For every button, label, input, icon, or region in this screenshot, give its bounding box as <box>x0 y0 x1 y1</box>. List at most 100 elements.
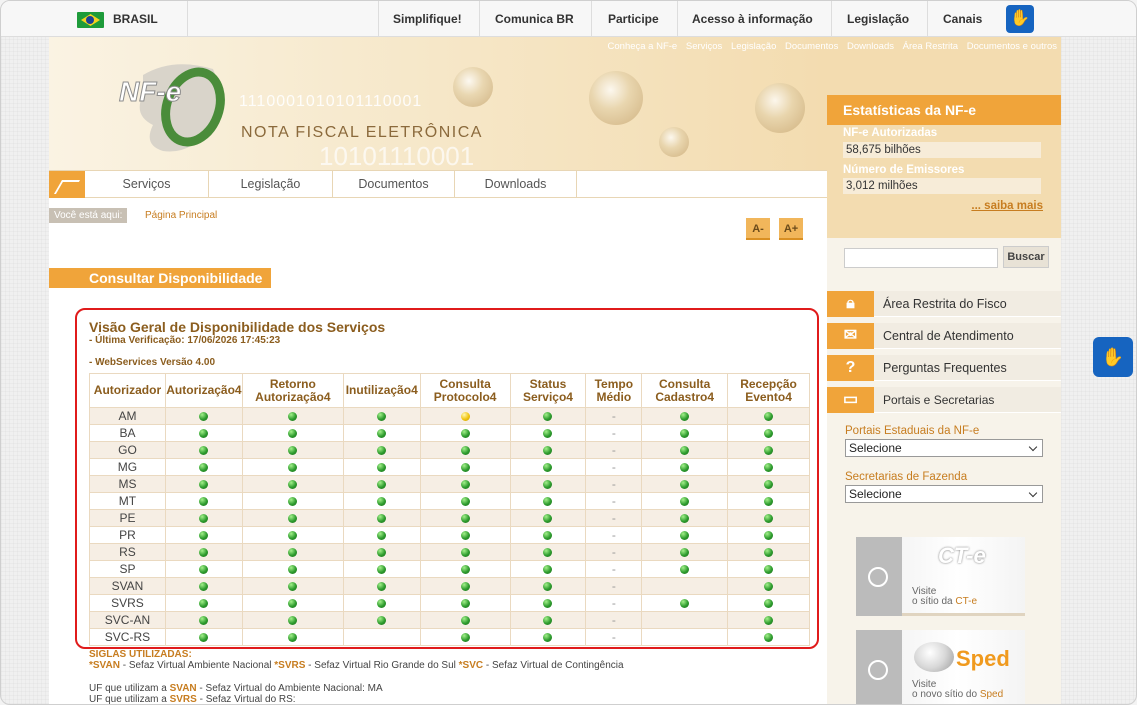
status-green-icon <box>460 514 470 524</box>
status-green-icon <box>377 446 387 456</box>
gov-link-simplifique[interactable]: Simplifique! <box>393 12 462 26</box>
status-green-icon <box>199 446 209 456</box>
col-recepcao-evento: Recepção Evento4 <box>727 373 810 408</box>
menu-perguntas-frequentes[interactable]: ? Perguntas Frequentes <box>827 355 1061 381</box>
authorized-label: NF-e Autorizadas <box>843 127 938 139</box>
toplink-downloads[interactable]: Downloads <box>847 41 894 52</box>
status-green-icon <box>543 412 553 422</box>
search-button[interactable]: Buscar <box>1003 246 1049 268</box>
tempo-medio-value: - <box>611 630 616 644</box>
gov-link-comunica[interactable]: Comunica BR <box>495 12 574 26</box>
status-green-icon <box>680 514 690 524</box>
status-cell <box>164 611 243 629</box>
toplink-documentos-outros[interactable]: Documentos e outros <box>967 41 1057 52</box>
toplink-servicos[interactable]: Serviços <box>686 41 722 52</box>
col-inutilizacao: Inutilização4 <box>342 373 421 408</box>
sped-banner[interactable]: Sped Visite o novo sítio do Sped <box>856 630 1025 704</box>
status-cell <box>342 441 421 459</box>
status-cell <box>641 475 729 493</box>
status-cell <box>241 441 344 459</box>
col-retorno: Retorno Autorização4 <box>241 373 344 408</box>
status-cell <box>419 424 511 442</box>
menu-portais-secretarias[interactable]: ▭ Portais e Secretarias <box>827 387 1061 413</box>
font-decrease-button[interactable]: A- <box>746 218 770 240</box>
toplink-documentos[interactable]: Documentos <box>785 41 838 52</box>
status-cell <box>509 475 587 493</box>
gov-link-canais[interactable]: Canais <box>943 12 982 26</box>
breadcrumb-current[interactable]: Página Principal <box>145 210 217 221</box>
status-cell <box>641 543 729 561</box>
status-green-icon <box>288 497 298 507</box>
toplink-conheca[interactable]: Conheça a NF-e <box>608 41 678 52</box>
status-cell <box>419 594 511 612</box>
browser-viewport: BRASIL Simplifique! Comunica BR Particip… <box>0 0 1137 705</box>
status-green-icon <box>199 548 209 558</box>
nfe-logo-icon[interactable]: NF-e <box>113 55 229 161</box>
stats-title: Estatísticas da NF-e <box>827 95 1061 125</box>
status-green-icon <box>680 599 690 609</box>
cte-banner[interactable]: CT-e Visite o sítio da CT-e <box>856 537 1025 616</box>
secretarias-select[interactable]: Selecione <box>845 485 1043 503</box>
status-green-icon <box>543 497 553 507</box>
portais-select[interactable]: Selecione <box>845 439 1043 457</box>
status-cell <box>164 526 243 544</box>
status-green-icon <box>460 446 470 456</box>
search-input[interactable] <box>844 248 998 268</box>
status-cell <box>641 492 729 510</box>
status-green-icon <box>377 412 387 422</box>
uf-line2-post: - Sefaz Virtual do RS: <box>196 694 296 705</box>
status-cell <box>727 441 810 459</box>
nav-item-servicos[interactable]: Serviços <box>85 171 209 198</box>
status-cell <box>641 577 729 595</box>
table-row: SVC-RS - <box>89 628 810 646</box>
status-green-icon <box>288 633 298 643</box>
tempo-medio-value: - <box>611 545 616 559</box>
uf-line1-post: - Sefaz Virtual do Ambiente Nacional: MA <box>196 683 383 694</box>
status-cell <box>419 475 511 493</box>
vlibras-floating-icon[interactable]: ✋ <box>1093 337 1133 377</box>
status-green-icon <box>199 599 209 609</box>
saiba-mais-link[interactable]: ... saiba mais <box>971 200 1043 212</box>
uf-line2-code: SVRS <box>169 694 197 705</box>
status-green-icon <box>543 616 553 626</box>
status-cell <box>342 407 421 425</box>
status-green-icon <box>199 531 209 541</box>
cte-site: CT-e <box>955 596 978 607</box>
nav-item-downloads[interactable]: Downloads <box>455 171 577 198</box>
status-green-icon <box>680 463 690 473</box>
sped-site: Sped <box>979 689 1004 700</box>
menu-label: Perguntas Frequentes <box>883 361 1007 375</box>
tempo-medio-value: - <box>611 562 616 576</box>
status-cell <box>164 424 243 442</box>
webservices-version: - WebServices Versão 4.00 <box>89 357 216 368</box>
gov-link-acesso[interactable]: Acesso à informação <box>692 12 813 26</box>
home-icon[interactable] <box>49 171 85 198</box>
gov-bar: BRASIL Simplifique! Comunica BR Particip… <box>1 1 1136 37</box>
status-green-icon <box>764 480 774 490</box>
font-increase-button[interactable]: A+ <box>779 218 803 240</box>
tempo-medio-value: - <box>611 528 616 542</box>
col-autorizador: Autorizador <box>89 373 166 408</box>
status-green-icon <box>680 429 690 439</box>
nav-item-documentos[interactable]: Documentos <box>333 171 455 198</box>
gov-link-participe[interactable]: Participe <box>608 12 659 26</box>
gov-link-legislacao[interactable]: Legislação <box>847 12 909 26</box>
nav-item-legislacao[interactable]: Legislação <box>209 171 333 198</box>
vlibras-icon[interactable]: ✋ <box>1006 5 1034 33</box>
status-cell: - <box>585 509 643 527</box>
gov-brasil-link[interactable]: BRASIL <box>113 12 158 26</box>
status-cell <box>241 475 344 493</box>
status-green-icon <box>377 514 387 524</box>
status-green-icon <box>199 633 209 643</box>
menu-central-atendimento[interactable]: ✉ Central de Atendimento <box>827 323 1061 349</box>
status-cell <box>419 407 511 425</box>
status-cell <box>509 424 587 442</box>
tempo-medio-value: - <box>611 511 616 525</box>
status-cell <box>342 543 421 561</box>
menu-area-restrita[interactable]: 🔒︎ Área Restrita do Fisco <box>827 291 1061 317</box>
last-check: - Última Verificação: 17/06/2026 17:45:2… <box>89 335 281 346</box>
toplink-legislacao[interactable]: Legislação <box>731 41 776 52</box>
toplink-area-restrita[interactable]: Área Restrita <box>903 41 958 52</box>
secretarias-label: Secretarias de Fazenda <box>845 471 968 483</box>
status-green-icon <box>199 480 209 490</box>
